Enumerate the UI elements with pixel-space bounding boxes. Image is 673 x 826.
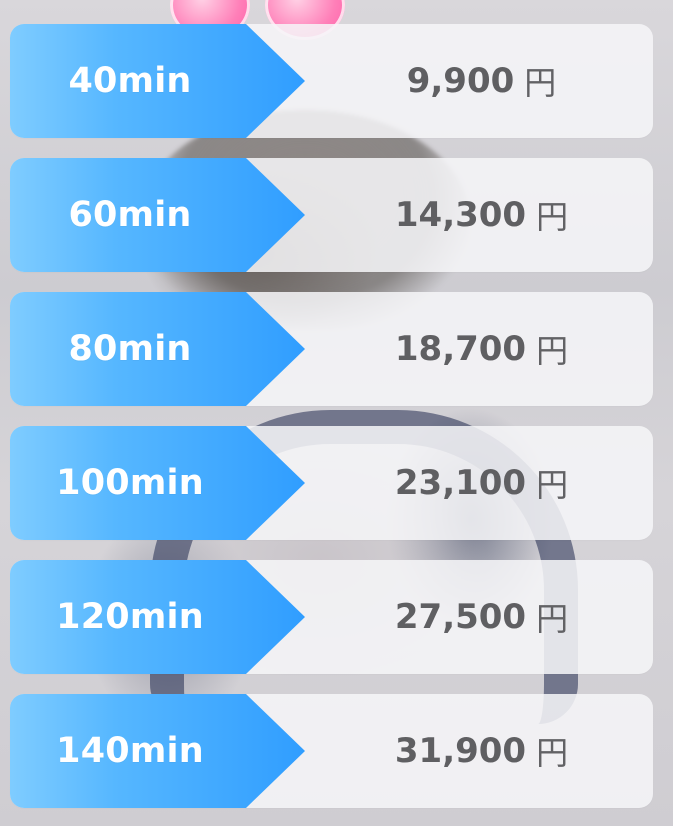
- pricing-row: 40min 9,900 円: [10, 24, 653, 138]
- price-currency: 円: [536, 466, 569, 504]
- price-amount: 23,100: [394, 463, 527, 503]
- price: 27,500 円: [310, 560, 653, 674]
- price: 23,100 円: [310, 426, 653, 540]
- price-currency: 円: [524, 64, 557, 102]
- price-amount: 18,700: [394, 329, 527, 369]
- price: 9,900 円: [310, 24, 653, 138]
- duration-label: 100min: [56, 463, 204, 503]
- duration-label: 120min: [56, 597, 204, 637]
- price: 14,300 円: [310, 158, 653, 272]
- pricing-row: 60min 14,300 円: [10, 158, 653, 272]
- price-amount: 9,900: [406, 61, 515, 101]
- pricing-list: 40min 9,900 円 60min 14,300 円 80min 18,70…: [10, 24, 653, 808]
- price-currency: 円: [536, 332, 569, 370]
- pricing-row: 100min 23,100 円: [10, 426, 653, 540]
- price: 31,900 円: [310, 694, 653, 808]
- price-currency: 円: [536, 600, 569, 638]
- duration-label: 80min: [68, 329, 192, 369]
- duration-label: 140min: [56, 731, 204, 771]
- price-amount: 14,300: [394, 195, 527, 235]
- duration-label: 40min: [68, 61, 192, 101]
- price-amount: 27,500: [394, 597, 527, 637]
- pricing-row: 120min 27,500 円: [10, 560, 653, 674]
- price-currency: 円: [536, 198, 569, 236]
- price-currency: 円: [536, 734, 569, 772]
- pricing-row: 80min 18,700 円: [10, 292, 653, 406]
- pricing-row: 140min 31,900 円: [10, 694, 653, 808]
- price: 18,700 円: [310, 292, 653, 406]
- duration-label: 60min: [68, 195, 192, 235]
- price-amount: 31,900: [394, 731, 527, 771]
